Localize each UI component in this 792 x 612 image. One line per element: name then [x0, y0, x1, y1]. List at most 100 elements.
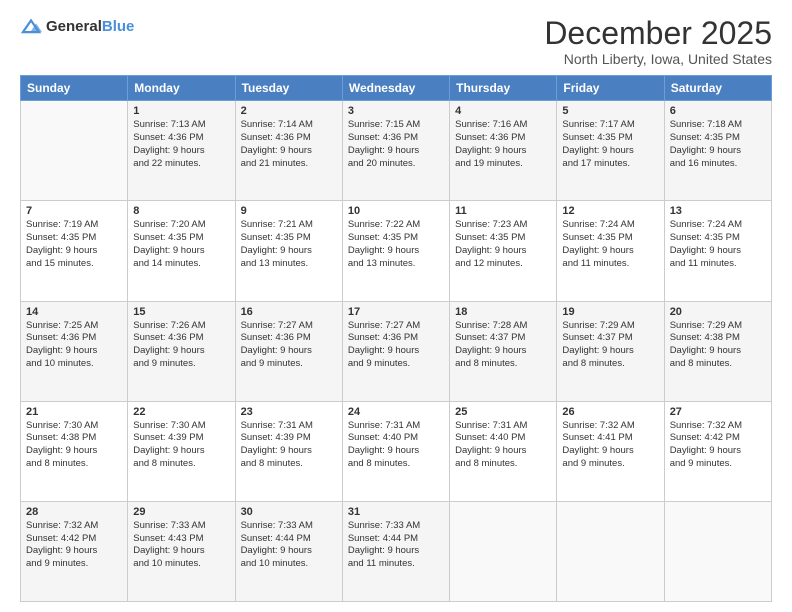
- calendar-week-row: 7Sunrise: 7:19 AMSunset: 4:35 PMDaylight…: [21, 201, 772, 301]
- day-number: 4: [455, 105, 551, 117]
- day-info: Sunrise: 7:18 AMSunset: 4:35 PMDaylight:…: [670, 119, 766, 170]
- table-row: 11 Sunrise: 7:23 AMSunset: 4:35 PMDayligh…: [450, 201, 557, 301]
- day-info: Sunrise: 7:23 AMSunset: 4:35 PMDaylight:…: [455, 219, 551, 270]
- day-info: Sunrise: 7:13 AMSunset: 4:36 PMDaylight:…: [133, 119, 229, 170]
- logo-text: GeneralBlue: [46, 19, 134, 35]
- subtitle: North Liberty, Iowa, United States: [544, 51, 772, 67]
- day-info: Sunrise: 7:32 AMSunset: 4:42 PMDaylight:…: [670, 420, 766, 471]
- day-number: 31: [348, 506, 444, 518]
- table-row: 25 Sunrise: 7:31 AMSunset: 4:40 PMDayligh…: [450, 401, 557, 501]
- day-info: Sunrise: 7:32 AMSunset: 4:41 PMDaylight:…: [562, 420, 658, 471]
- table-row: 31Sunrise: 7:33 AMSunset: 4:44 PMDayligh…: [342, 501, 449, 601]
- main-title: December 2025: [544, 16, 772, 51]
- day-info: Sunrise: 7:14 AMSunset: 4:36 PMDaylight:…: [241, 119, 337, 170]
- day-number: 11: [455, 205, 551, 217]
- table-row: 3 Sunrise: 7:15 AMSunset: 4:36 PMDaylight…: [342, 101, 449, 201]
- day-number: 28: [26, 506, 122, 518]
- logo-blue: Blue: [102, 18, 135, 35]
- day-info: Sunrise: 7:26 AMSunset: 4:36 PMDaylight:…: [133, 320, 229, 371]
- day-info: Sunrise: 7:33 AMSunset: 4:43 PMDaylight:…: [133, 520, 229, 571]
- logo-general: General: [46, 18, 102, 35]
- day-number: 2: [241, 105, 337, 117]
- table-row: 14Sunrise: 7:25 AMSunset: 4:36 PMDayligh…: [21, 301, 128, 401]
- day-number: 13: [670, 205, 766, 217]
- day-number: 30: [241, 506, 337, 518]
- header-tuesday: Tuesday: [235, 76, 342, 101]
- day-info: Sunrise: 7:20 AMSunset: 4:35 PMDaylight:…: [133, 219, 229, 270]
- logo-icon: [20, 16, 42, 38]
- day-info: Sunrise: 7:16 AMSunset: 4:36 PMDaylight:…: [455, 119, 551, 170]
- day-info: Sunrise: 7:27 AMSunset: 4:36 PMDaylight:…: [241, 320, 337, 371]
- table-row: 19Sunrise: 7:29 AMSunset: 4:37 PMDayligh…: [557, 301, 664, 401]
- day-info: Sunrise: 7:28 AMSunset: 4:37 PMDaylight:…: [455, 320, 551, 371]
- day-number: 20: [670, 306, 766, 318]
- table-row: 20 Sunrise: 7:29 AMSunset: 4:38 PMDayligh…: [664, 301, 771, 401]
- day-info: Sunrise: 7:30 AMSunset: 4:39 PMDaylight:…: [133, 420, 229, 471]
- table-row: 17Sunrise: 7:27 AMSunset: 4:36 PMDayligh…: [342, 301, 449, 401]
- day-number: 6: [670, 105, 766, 117]
- header-wednesday: Wednesday: [342, 76, 449, 101]
- day-number: 3: [348, 105, 444, 117]
- table-row: 29 Sunrise: 7:33 AMSunset: 4:43 PMDayligh…: [128, 501, 235, 601]
- table-row: 2 Sunrise: 7:14 AMSunset: 4:36 PMDaylight…: [235, 101, 342, 201]
- day-info: Sunrise: 7:31 AMSunset: 4:39 PMDaylight:…: [241, 420, 337, 471]
- table-row: 7Sunrise: 7:19 AMSunset: 4:35 PMDaylight…: [21, 201, 128, 301]
- day-number: 9: [241, 205, 337, 217]
- day-number: 25: [455, 406, 551, 418]
- table-row: 12Sunrise: 7:24 AMSunset: 4:35 PMDayligh…: [557, 201, 664, 301]
- logo: GeneralBlue: [20, 16, 134, 38]
- day-info: Sunrise: 7:27 AMSunset: 4:36 PMDaylight:…: [348, 320, 444, 371]
- table-row: 15 Sunrise: 7:26 AMSunset: 4:36 PMDayligh…: [128, 301, 235, 401]
- day-number: 27: [670, 406, 766, 418]
- header-sunday: Sunday: [21, 76, 128, 101]
- day-number: 29: [133, 506, 229, 518]
- calendar-week-row: 14Sunrise: 7:25 AMSunset: 4:36 PMDayligh…: [21, 301, 772, 401]
- day-number: 21: [26, 406, 122, 418]
- header-saturday: Saturday: [664, 76, 771, 101]
- table-row: [450, 501, 557, 601]
- table-row: 6 Sunrise: 7:18 AMSunset: 4:35 PMDaylight…: [664, 101, 771, 201]
- table-row: 22 Sunrise: 7:30 AMSunset: 4:39 PMDayligh…: [128, 401, 235, 501]
- header-friday: Friday: [557, 76, 664, 101]
- day-info: Sunrise: 7:21 AMSunset: 4:35 PMDaylight:…: [241, 219, 337, 270]
- table-row: 30 Sunrise: 7:33 AMSunset: 4:44 PMDayligh…: [235, 501, 342, 601]
- day-info: Sunrise: 7:31 AMSunset: 4:40 PMDaylight:…: [455, 420, 551, 471]
- day-number: 5: [562, 105, 658, 117]
- day-number: 16: [241, 306, 337, 318]
- header-thursday: Thursday: [450, 76, 557, 101]
- day-info: Sunrise: 7:29 AMSunset: 4:38 PMDaylight:…: [670, 320, 766, 371]
- table-row: 8 Sunrise: 7:20 AMSunset: 4:35 PMDaylight…: [128, 201, 235, 301]
- day-info: Sunrise: 7:32 AMSunset: 4:42 PMDaylight:…: [26, 520, 122, 571]
- table-row: 27 Sunrise: 7:32 AMSunset: 4:42 PMDayligh…: [664, 401, 771, 501]
- header-monday: Monday: [128, 76, 235, 101]
- calendar-table: Sunday Monday Tuesday Wednesday Thursday…: [20, 75, 772, 602]
- day-number: 18: [455, 306, 551, 318]
- day-info: Sunrise: 7:24 AMSunset: 4:35 PMDaylight:…: [670, 219, 766, 270]
- calendar-week-row: 28 Sunrise: 7:32 AMSunset: 4:42 PMDayligh…: [21, 501, 772, 601]
- day-info: Sunrise: 7:30 AMSunset: 4:38 PMDaylight:…: [26, 420, 122, 471]
- day-info: Sunrise: 7:31 AMSunset: 4:40 PMDaylight:…: [348, 420, 444, 471]
- table-row: 1 Sunrise: 7:13 AMSunset: 4:36 PMDaylight…: [128, 101, 235, 201]
- day-number: 22: [133, 406, 229, 418]
- day-number: 19: [562, 306, 658, 318]
- day-info: Sunrise: 7:19 AMSunset: 4:35 PMDaylight:…: [26, 219, 122, 270]
- table-row: 24Sunrise: 7:31 AMSunset: 4:40 PMDayligh…: [342, 401, 449, 501]
- table-row: 23Sunrise: 7:31 AMSunset: 4:39 PMDayligh…: [235, 401, 342, 501]
- day-info: Sunrise: 7:33 AMSunset: 4:44 PMDaylight:…: [241, 520, 337, 571]
- header: GeneralBlue December 2025 North Liberty,…: [20, 16, 772, 67]
- day-number: 1: [133, 105, 229, 117]
- day-number: 15: [133, 306, 229, 318]
- table-row: 5 Sunrise: 7:17 AMSunset: 4:35 PMDaylight…: [557, 101, 664, 201]
- day-info: Sunrise: 7:17 AMSunset: 4:35 PMDaylight:…: [562, 119, 658, 170]
- calendar-week-row: 1 Sunrise: 7:13 AMSunset: 4:36 PMDaylight…: [21, 101, 772, 201]
- day-number: 26: [562, 406, 658, 418]
- day-number: 8: [133, 205, 229, 217]
- table-row: [664, 501, 771, 601]
- table-row: 16 Sunrise: 7:27 AMSunset: 4:36 PMDayligh…: [235, 301, 342, 401]
- table-row: 9 Sunrise: 7:21 AMSunset: 4:35 PMDaylight…: [235, 201, 342, 301]
- calendar-header-row: Sunday Monday Tuesday Wednesday Thursday…: [21, 76, 772, 101]
- day-info: Sunrise: 7:15 AMSunset: 4:36 PMDaylight:…: [348, 119, 444, 170]
- table-row: 4 Sunrise: 7:16 AMSunset: 4:36 PMDaylight…: [450, 101, 557, 201]
- table-row: 26 Sunrise: 7:32 AMSunset: 4:41 PMDayligh…: [557, 401, 664, 501]
- day-info: Sunrise: 7:25 AMSunset: 4:36 PMDaylight:…: [26, 320, 122, 371]
